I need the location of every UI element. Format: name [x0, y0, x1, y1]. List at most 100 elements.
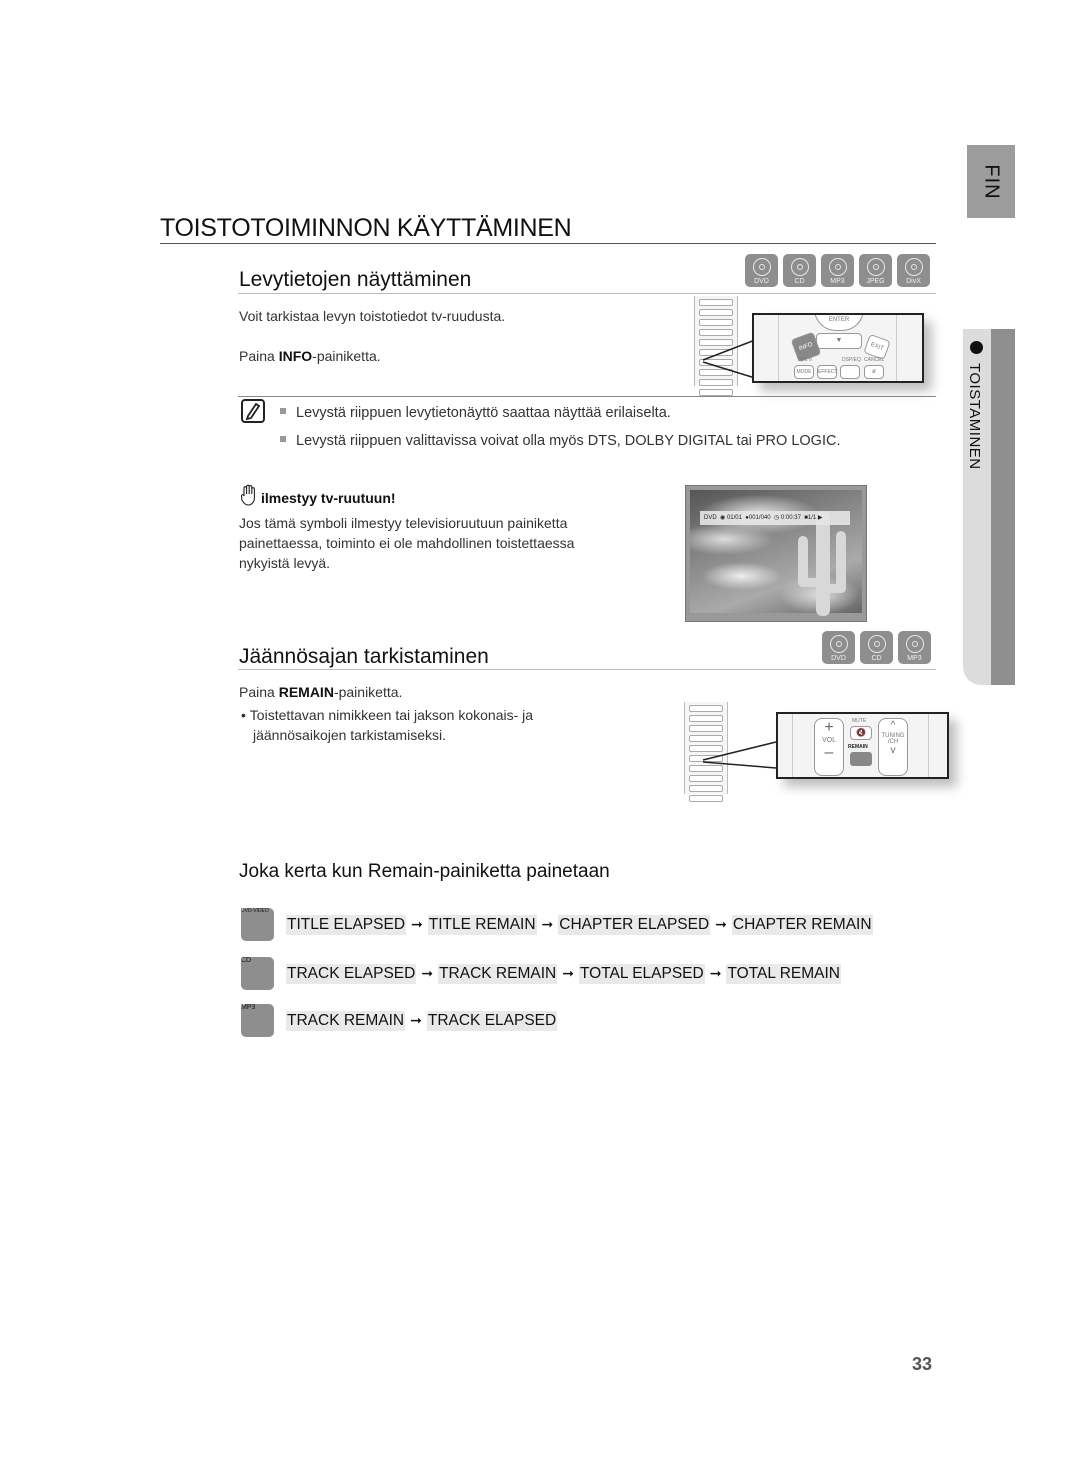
disc-badge-label: MP3	[907, 655, 922, 662]
sequence-step: CHAPTER ELAPSED	[558, 914, 711, 935]
section-divider	[238, 669, 936, 670]
arrow-right-icon: ➞	[541, 916, 554, 932]
clock-icon: ◷	[773, 515, 780, 521]
disc-badge-dvd: DVD	[822, 631, 855, 664]
enter-button: ENTER	[814, 315, 864, 331]
cancel-icon: ø	[864, 365, 884, 379]
chapter-tab: TOISTAMINEN	[963, 329, 1015, 685]
disc-icon	[867, 635, 886, 653]
disc-badge-divx: DivX	[897, 254, 930, 287]
sequence-step: TITLE REMAIN	[427, 914, 537, 935]
remote-zoom-info: ENTER ▼ INFO EXIT DPL II DSP/EQ CANCEL M…	[752, 313, 924, 383]
info-key: INFO	[278, 348, 313, 364]
disc-badge-label: JPEG	[866, 278, 885, 285]
disc-badge-dvd-video: DVD-VIDEO	[241, 908, 274, 941]
section-title-remain: Jäännösajan tarkistaminen	[239, 645, 489, 668]
section-divider	[238, 293, 936, 294]
disc-badge-cd: CD	[860, 631, 893, 664]
callout-lines	[702, 340, 756, 379]
bullet-icon: •	[241, 707, 250, 723]
disc-icon	[790, 258, 809, 276]
tv-screen-image: DVD ◉ 01/01 ●001/040 ◷ 0:00:37 ■1/1 ▶	[685, 485, 867, 622]
disc-badge-label: CD	[871, 655, 882, 662]
remain-instruction: Paina REMAIN-painiketta.	[239, 684, 403, 700]
sequence-step: CHAPTER REMAIN	[731, 914, 873, 935]
dpl-label: DPL II	[798, 357, 812, 363]
sequence-step: TITLE ELAPSED	[286, 914, 407, 935]
page-title: TOISTOTOIMINNON KÄYTTÄMINEN	[160, 214, 572, 242]
section-title-sequence: Joka kerta kun Remain-painiketta paineta…	[239, 861, 610, 882]
disc-badge-dvd: DVD	[745, 254, 778, 287]
osd-bar: DVD ◉ 01/01 ●001/040 ◷ 0:00:37 ■1/1 ▶	[700, 511, 850, 525]
arrow-right-icon: ➞	[709, 965, 722, 981]
arrow-right-icon: ➞	[410, 1012, 422, 1028]
disc-badge-cd: CD	[241, 957, 274, 990]
arrow-right-icon: ➞	[562, 965, 574, 981]
disc-badges: DVD CD MP3	[822, 631, 931, 664]
disc-badge-label: MP3	[241, 1004, 256, 1011]
title-icon: ◉	[720, 515, 726, 521]
disc-badge-label: DivX	[906, 278, 921, 285]
title-divider	[160, 243, 936, 244]
sequence-row: MP3 TRACK REMAIN ➞ TRACK ELAPSED	[241, 1004, 558, 1037]
arrow-right-icon: ➞	[411, 916, 423, 932]
hand-heading: ilmestyy tv-ruutuun!	[261, 490, 396, 506]
cactus-arm	[824, 584, 846, 593]
arrow-right-icon: ➞	[421, 965, 434, 981]
sequence-row: DVD-VIDEO TITLE ELAPSED ➞ TITLE REMAIN ➞ CHAP…	[241, 908, 873, 941]
disc-badge-label: CD	[794, 278, 805, 285]
square-bullet-icon	[280, 436, 286, 443]
cactus-arm	[798, 578, 822, 587]
chapter-label: TOISTAMINEN	[966, 363, 983, 470]
mute-label: MUTE	[852, 718, 867, 724]
disc-icon	[752, 258, 771, 276]
volume-rocker: + VOL –	[814, 718, 844, 776]
sequence-row: CD TRACK ELAPSED ➞ TRACK REMAIN ➞ TOTAL ELAPS…	[241, 957, 841, 990]
section-title-disc-info: Levytietojen näyttäminen	[239, 268, 472, 291]
play-icon: ▶	[817, 515, 823, 521]
effect-button: EFFECT	[817, 365, 837, 379]
disc-badge-jpeg: JPEG	[859, 254, 892, 287]
sequence-step: TRACK ELAPSED	[426, 1010, 558, 1031]
disc-badge-cd: CD	[783, 254, 816, 287]
mute-icon: 🔇	[850, 726, 872, 740]
remote-zoom-remain: + VOL – MUTE 🔇 REMAIN ^ TUNING /CH v	[776, 712, 949, 779]
sequence-step: TRACK ELAPSED	[286, 963, 417, 984]
cactus-trunk	[816, 511, 830, 616]
note-item: Levystä riippuen levytietonäyttö saattaa…	[280, 405, 671, 421]
intro-text: Voit tarkistaa levyn toistotiedot tv-ruu…	[239, 308, 506, 324]
disc-icon	[866, 258, 885, 276]
disc-icon	[905, 635, 924, 653]
dsp-button	[840, 365, 860, 379]
down-arrow-icon: ▼	[816, 333, 862, 349]
page-number: 33	[912, 1354, 933, 1374]
disc-badge-mp3: MP3	[241, 1004, 274, 1037]
hand-icon	[240, 484, 255, 506]
language-tab: FIN	[967, 145, 1015, 218]
cactus-arm	[836, 531, 846, 591]
callout-lines	[702, 741, 777, 769]
remain-key: REMAIN	[278, 684, 334, 700]
note-item: Levystä riippuen valittavissa voivat oll…	[280, 433, 840, 449]
hand-text: Jos tämä symboli ilmestyy televisioruutu…	[239, 515, 575, 571]
disc-icon	[904, 258, 923, 276]
note-icon	[241, 399, 265, 423]
language-label: FIN	[980, 163, 1003, 200]
mode-button: MODE	[794, 365, 814, 379]
tuning-rocker: ^ TUNING /CH v	[878, 718, 908, 776]
square-bullet-icon	[280, 408, 286, 415]
remain-button	[850, 752, 872, 766]
disc-badge-label: DVD	[831, 655, 846, 662]
disc-badge-mp3: MP3	[821, 254, 854, 287]
disc-badge-label: DVD	[754, 278, 769, 285]
arrow-right-icon: ➞	[715, 916, 727, 932]
sequence-step: TOTAL REMAIN	[726, 963, 841, 984]
note-divider	[238, 396, 936, 397]
dsp-label: DSP/EQ	[842, 357, 861, 363]
cancel-label: CANCEL	[864, 357, 885, 363]
remain-bullet: • Toistettavan nimikkeen tai jakson koko…	[241, 707, 534, 743]
disc-badge-mp3: MP3	[898, 631, 931, 664]
sequence-step: TOTAL ELAPSED	[578, 963, 705, 984]
chapter-tab-dark	[991, 329, 1015, 685]
disc-badge-label: CD	[241, 957, 252, 964]
